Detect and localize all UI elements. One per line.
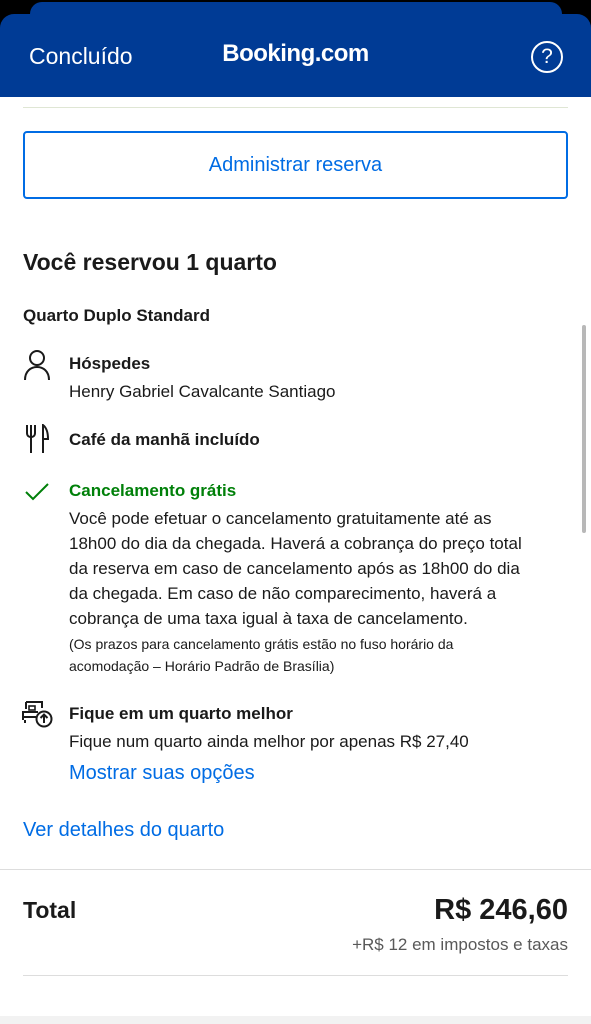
cancellation-line-3: da reserva em caso de cancelamento após …	[69, 559, 520, 578]
top-divider	[23, 107, 568, 108]
free-cancellation-title: Cancelamento grátis	[69, 481, 237, 500]
bottom-strip	[0, 1016, 591, 1024]
cancellation-line-4: da chegada. Em caso de não compareciment…	[69, 584, 497, 603]
total-price: R$ 246,60	[434, 894, 568, 926]
show-options-link[interactable]: Mostrar suas opções	[69, 762, 255, 785]
cancellation-line-1: Você pode efetuar o cancelamento gratuit…	[69, 509, 492, 528]
fork-knife-icon	[26, 424, 50, 453]
note-line-1: (Os prazos para cancelamento grátis estã…	[69, 636, 454, 652]
room-details-link[interactable]: Ver detalhes do quarto	[23, 819, 224, 842]
manage-reservation-button[interactable]: Administrar reserva	[23, 131, 568, 199]
booking-confirmation-screen: Concluído Booking.com ? Administrar rese…	[0, 0, 591, 1024]
checkmark-icon	[25, 483, 49, 501]
upgrade-title: Fique em um quarto melhor	[69, 704, 293, 723]
booked-rooms-title: Você reservou 1 quarto	[23, 249, 277, 275]
total-divider	[0, 869, 591, 870]
total-label: Total	[23, 897, 77, 923]
bottom-divider	[23, 975, 568, 976]
upgrade-text: Fique num quarto ainda melhor por apenas…	[69, 732, 469, 751]
guest-name: Henry Gabriel Cavalcante Santiago	[69, 382, 336, 401]
booking-logo: Booking.com	[222, 40, 369, 67]
guests-title: Hóspedes	[69, 354, 151, 373]
room-name: Quarto Duplo Standard	[23, 306, 210, 325]
taxes-note: +R$ 12 em impostos e taxas	[352, 935, 568, 954]
scrollbar[interactable]	[582, 325, 586, 533]
cancellation-line-5: cobrança de uma taxa igual à taxa de can…	[69, 609, 468, 628]
cancellation-timezone-note: (Os prazos para cancelamento grátis estã…	[69, 633, 539, 677]
cancellation-line-2: 18h00 do dia da chegada. Haverá a cobran…	[69, 534, 522, 553]
help-icon[interactable]: ?	[531, 41, 563, 73]
bed-upgrade-icon	[22, 701, 53, 728]
breakfast-title: Café da manhã incluído	[69, 430, 260, 449]
person-icon	[24, 350, 50, 381]
note-line-2: acomodação – Horário Padrão de Brasília)	[69, 658, 335, 674]
